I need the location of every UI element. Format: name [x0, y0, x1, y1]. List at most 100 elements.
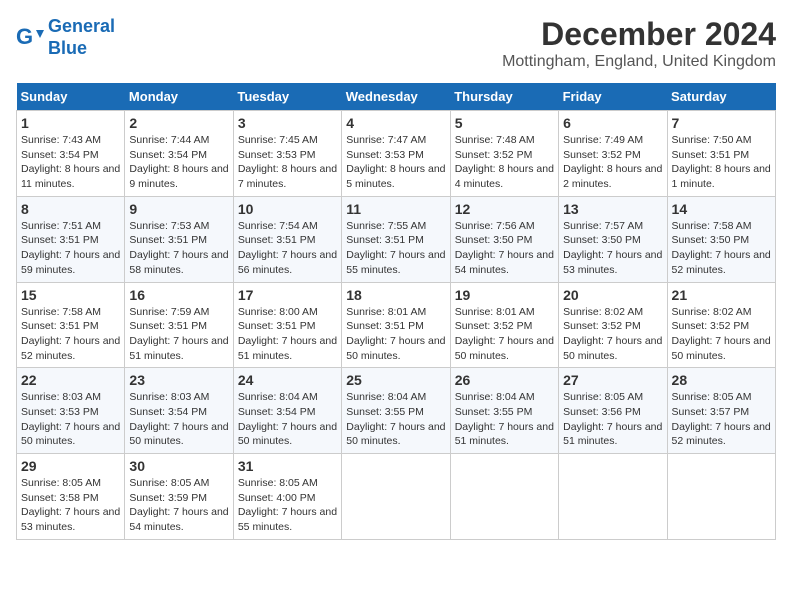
sunrise-label: Sunrise: 7:58 AM — [672, 220, 752, 232]
day-info: Sunrise: 7:56 AM Sunset: 3:50 PM Dayligh… — [455, 219, 554, 278]
day-info: Sunrise: 7:48 AM Sunset: 3:52 PM Dayligh… — [455, 133, 554, 192]
day-number: 21 — [672, 287, 771, 303]
daylight-label: Daylight: 7 hours and 53 minutes. — [563, 249, 662, 276]
sunset-label: Sunset: 3:55 PM — [455, 406, 533, 418]
day-number: 15 — [21, 287, 120, 303]
sunset-label: Sunset: 3:55 PM — [346, 406, 424, 418]
day-of-week-header: Monday — [125, 83, 233, 111]
day-of-week-header: Sunday — [17, 83, 125, 111]
day-info: Sunrise: 8:05 AM Sunset: 3:58 PM Dayligh… — [21, 476, 120, 535]
sunrise-label: Sunrise: 7:45 AM — [238, 134, 318, 146]
sunrise-label: Sunrise: 8:04 AM — [455, 391, 535, 403]
daylight-label: Daylight: 7 hours and 50 minutes. — [455, 335, 554, 362]
calendar-day-cell: 4 Sunrise: 7:47 AM Sunset: 3:53 PM Dayli… — [342, 111, 450, 197]
day-info: Sunrise: 8:01 AM Sunset: 3:52 PM Dayligh… — [455, 305, 554, 364]
calendar-day-cell: 3 Sunrise: 7:45 AM Sunset: 3:53 PM Dayli… — [233, 111, 341, 197]
day-number: 23 — [129, 372, 228, 388]
calendar-day-cell: 24 Sunrise: 8:04 AM Sunset: 3:54 PM Dayl… — [233, 368, 341, 454]
day-info: Sunrise: 8:03 AM Sunset: 3:53 PM Dayligh… — [21, 390, 120, 449]
day-of-week-header: Friday — [559, 83, 667, 111]
day-info: Sunrise: 7:58 AM Sunset: 3:50 PM Dayligh… — [672, 219, 771, 278]
day-number: 13 — [563, 201, 662, 217]
calendar-week-row: 1 Sunrise: 7:43 AM Sunset: 3:54 PM Dayli… — [17, 111, 776, 197]
sunrise-label: Sunrise: 8:03 AM — [129, 391, 209, 403]
sunset-label: Sunset: 3:58 PM — [21, 492, 99, 504]
logo-icon: G — [16, 24, 44, 52]
sunset-label: Sunset: 4:00 PM — [238, 492, 316, 504]
day-of-week-header: Wednesday — [342, 83, 450, 111]
daylight-label: Daylight: 7 hours and 58 minutes. — [129, 249, 228, 276]
calendar-day-cell: 31 Sunrise: 8:05 AM Sunset: 4:00 PM Dayl… — [233, 454, 341, 540]
calendar-day-cell: 7 Sunrise: 7:50 AM Sunset: 3:51 PM Dayli… — [667, 111, 775, 197]
daylight-label: Daylight: 7 hours and 54 minutes. — [455, 249, 554, 276]
sunrise-label: Sunrise: 7:47 AM — [346, 134, 426, 146]
sunset-label: Sunset: 3:51 PM — [238, 234, 316, 246]
day-info: Sunrise: 7:58 AM Sunset: 3:51 PM Dayligh… — [21, 305, 120, 364]
day-number: 17 — [238, 287, 337, 303]
day-info: Sunrise: 8:00 AM Sunset: 3:51 PM Dayligh… — [238, 305, 337, 364]
day-info: Sunrise: 8:02 AM Sunset: 3:52 PM Dayligh… — [563, 305, 662, 364]
calendar-day-cell: 18 Sunrise: 8:01 AM Sunset: 3:51 PM Dayl… — [342, 282, 450, 368]
calendar-day-cell: 2 Sunrise: 7:44 AM Sunset: 3:54 PM Dayli… — [125, 111, 233, 197]
subtitle: Mottingham, England, United Kingdom — [502, 53, 776, 71]
calendar-day-cell: 30 Sunrise: 8:05 AM Sunset: 3:59 PM Dayl… — [125, 454, 233, 540]
calendar-week-row: 8 Sunrise: 7:51 AM Sunset: 3:51 PM Dayli… — [17, 196, 776, 282]
day-number: 9 — [129, 201, 228, 217]
day-info: Sunrise: 7:59 AM Sunset: 3:51 PM Dayligh… — [129, 305, 228, 364]
sunset-label: Sunset: 3:51 PM — [346, 320, 424, 332]
day-number: 10 — [238, 201, 337, 217]
day-of-week-header: Thursday — [450, 83, 558, 111]
logo: G General Blue — [16, 16, 115, 59]
calendar-day-cell: 6 Sunrise: 7:49 AM Sunset: 3:52 PM Dayli… — [559, 111, 667, 197]
daylight-label: Daylight: 8 hours and 11 minutes. — [21, 163, 120, 190]
calendar-week-row: 29 Sunrise: 8:05 AM Sunset: 3:58 PM Dayl… — [17, 454, 776, 540]
day-info: Sunrise: 7:53 AM Sunset: 3:51 PM Dayligh… — [129, 219, 228, 278]
sunset-label: Sunset: 3:51 PM — [21, 320, 99, 332]
day-number: 8 — [21, 201, 120, 217]
sunrise-label: Sunrise: 8:00 AM — [238, 306, 318, 318]
calendar-day-cell: 16 Sunrise: 7:59 AM Sunset: 3:51 PM Dayl… — [125, 282, 233, 368]
sunrise-label: Sunrise: 7:44 AM — [129, 134, 209, 146]
sunset-label: Sunset: 3:54 PM — [129, 149, 207, 161]
main-title: December 2024 — [502, 16, 776, 53]
day-number: 29 — [21, 458, 120, 474]
day-number: 11 — [346, 201, 445, 217]
empty-cell — [559, 454, 667, 540]
calendar-day-cell: 9 Sunrise: 7:53 AM Sunset: 3:51 PM Dayli… — [125, 196, 233, 282]
sunset-label: Sunset: 3:56 PM — [563, 406, 641, 418]
sunset-label: Sunset: 3:50 PM — [563, 234, 641, 246]
sunset-label: Sunset: 3:51 PM — [21, 234, 99, 246]
day-info: Sunrise: 7:44 AM Sunset: 3:54 PM Dayligh… — [129, 133, 228, 192]
calendar-day-cell: 21 Sunrise: 8:02 AM Sunset: 3:52 PM Dayl… — [667, 282, 775, 368]
daylight-label: Daylight: 7 hours and 50 minutes. — [563, 335, 662, 362]
day-number: 26 — [455, 372, 554, 388]
daylight-label: Daylight: 7 hours and 50 minutes. — [238, 421, 337, 448]
day-info: Sunrise: 8:04 AM Sunset: 3:54 PM Dayligh… — [238, 390, 337, 449]
sunrise-label: Sunrise: 7:54 AM — [238, 220, 318, 232]
day-number: 14 — [672, 201, 771, 217]
day-number: 3 — [238, 115, 337, 131]
day-info: Sunrise: 8:04 AM Sunset: 3:55 PM Dayligh… — [346, 390, 445, 449]
day-number: 5 — [455, 115, 554, 131]
sunrise-label: Sunrise: 8:02 AM — [672, 306, 752, 318]
daylight-label: Daylight: 8 hours and 2 minutes. — [563, 163, 662, 190]
day-info: Sunrise: 7:55 AM Sunset: 3:51 PM Dayligh… — [346, 219, 445, 278]
sunset-label: Sunset: 3:50 PM — [672, 234, 750, 246]
daylight-label: Daylight: 8 hours and 5 minutes. — [346, 163, 445, 190]
calendar-week-row: 15 Sunrise: 7:58 AM Sunset: 3:51 PM Dayl… — [17, 282, 776, 368]
calendar-day-cell: 20 Sunrise: 8:02 AM Sunset: 3:52 PM Dayl… — [559, 282, 667, 368]
calendar-day-cell: 1 Sunrise: 7:43 AM Sunset: 3:54 PM Dayli… — [17, 111, 125, 197]
sunset-label: Sunset: 3:52 PM — [455, 149, 533, 161]
day-info: Sunrise: 7:57 AM Sunset: 3:50 PM Dayligh… — [563, 219, 662, 278]
sunset-label: Sunset: 3:51 PM — [129, 234, 207, 246]
sunrise-label: Sunrise: 7:57 AM — [563, 220, 643, 232]
day-info: Sunrise: 7:50 AM Sunset: 3:51 PM Dayligh… — [672, 133, 771, 192]
daylight-label: Daylight: 7 hours and 51 minutes. — [455, 421, 554, 448]
empty-cell — [342, 454, 450, 540]
day-number: 22 — [21, 372, 120, 388]
sunrise-label: Sunrise: 8:04 AM — [346, 391, 426, 403]
daylight-label: Daylight: 8 hours and 7 minutes. — [238, 163, 337, 190]
calendar-day-cell: 12 Sunrise: 7:56 AM Sunset: 3:50 PM Dayl… — [450, 196, 558, 282]
sunset-label: Sunset: 3:51 PM — [672, 149, 750, 161]
sunset-label: Sunset: 3:51 PM — [346, 234, 424, 246]
